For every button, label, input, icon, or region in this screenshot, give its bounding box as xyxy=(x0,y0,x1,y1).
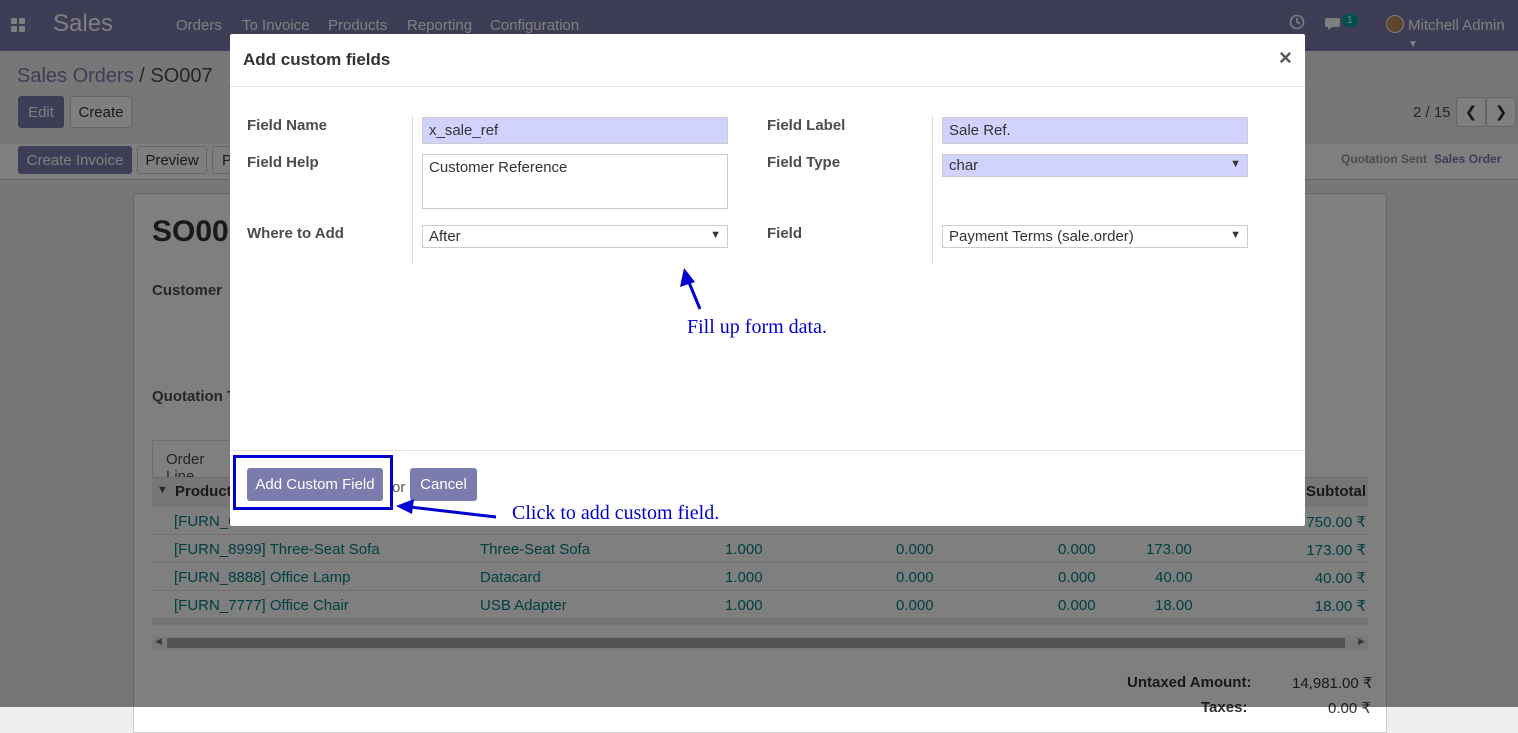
arrow-left-line xyxy=(409,505,497,519)
annotation-click-add: Click to add custom field. xyxy=(512,502,720,524)
arrow-left-head-icon xyxy=(396,499,414,514)
annotation-arrows xyxy=(396,268,702,519)
arrow-up-line xyxy=(686,279,702,310)
arrow-up-head-icon xyxy=(680,268,695,287)
annotation-fill-form: Fill up form data. xyxy=(687,316,827,338)
